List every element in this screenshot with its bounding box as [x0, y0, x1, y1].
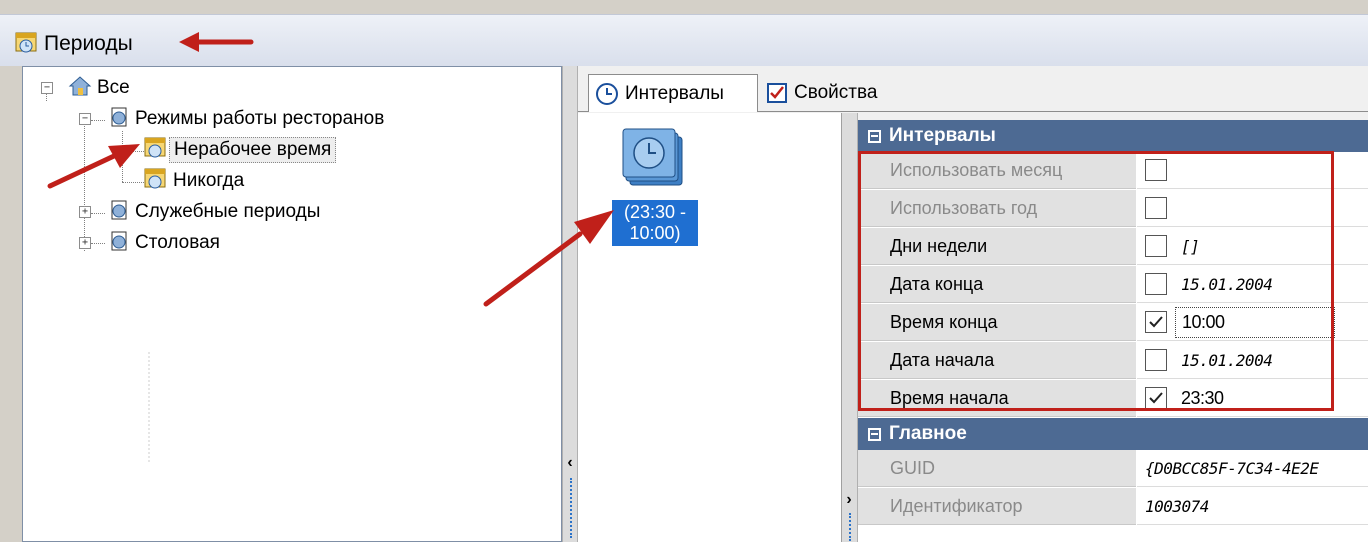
tree-expand-toggle[interactable]: +: [79, 237, 91, 249]
tree-node-label: Никогда: [173, 170, 245, 191]
clock-tile-icon: [622, 128, 683, 186]
prop-name: Время начала: [858, 380, 1136, 417]
collapse-icon[interactable]: [868, 129, 881, 143]
expand-right-icon[interactable]: ›: [844, 491, 854, 509]
tab-properties[interactable]: Свойства: [762, 74, 877, 112]
tree-collapse-toggle-root[interactable]: −: [41, 82, 53, 94]
prop-value-text: 1003074: [1145, 496, 1209, 516]
annotation-arrow-tree: [47, 144, 140, 189]
tree-node-all[interactable]: Все: [67, 73, 134, 103]
tab-label: Свойства: [794, 82, 878, 103]
folder-clock-icon: [107, 198, 131, 227]
prop-name: Использовать год: [858, 190, 1136, 227]
prop-value-text: {D0BCC85F-7C34-4E2E: [1145, 458, 1319, 478]
prop-value[interactable]: []: [1137, 228, 1368, 265]
collapse-left-icon[interactable]: ‹: [565, 454, 575, 472]
prop-row-use-year: Использовать год: [858, 190, 1368, 228]
prop-name: Дата конца: [858, 266, 1136, 303]
interval-line1: (23:30 -: [623, 202, 687, 222]
prop-value[interactable]: [1137, 152, 1368, 189]
prop-value-text: 23:30: [1181, 387, 1224, 408]
checkbox-checked[interactable]: [1145, 387, 1167, 409]
checkbox[interactable]: [1145, 235, 1167, 257]
prop-value-text: []: [1181, 236, 1200, 256]
prop-value-text: 15.01.2004: [1181, 274, 1273, 294]
tree-collapse-toggle[interactable]: −: [79, 113, 91, 125]
checkmark-icon: [1149, 392, 1163, 404]
prop-value-text: 15.01.2004: [1181, 350, 1273, 370]
tree-node-label: Нерабочее время: [169, 137, 337, 163]
property-grid: Интервалы Использовать месяц Использоват…: [858, 120, 1368, 542]
checkbox[interactable]: [1145, 349, 1167, 371]
tree-node-label: Режимы работы ресторанов: [135, 108, 385, 129]
calendar-clock-icon: [143, 167, 169, 196]
prop-row-end-date: Дата конца 15.01.2004: [858, 266, 1368, 304]
prop-row-identifier: Идентификатор 1003074: [858, 488, 1368, 526]
prop-row-start-date: Дата начала 15.01.2004: [858, 342, 1368, 380]
interval-item-label: (23:30 - 10:00): [612, 200, 698, 246]
interval-item[interactable]: (23:30 - 10:00): [612, 127, 702, 246]
tree-expand-toggle[interactable]: +: [79, 206, 91, 218]
prop-value[interactable]: 1003074: [1137, 488, 1368, 525]
tree-node-service-periods[interactable]: Служебные периоды: [107, 197, 324, 227]
tab-intervals[interactable]: Интервалы: [588, 74, 758, 112]
prop-name: Идентификатор: [858, 488, 1136, 525]
folder-clock-icon: [107, 229, 131, 258]
checkbox[interactable]: [1145, 273, 1167, 295]
prop-value[interactable]: 10:00: [1137, 304, 1368, 341]
category-title: Главное: [889, 423, 967, 444]
prop-value[interactable]: 15.01.2004: [1137, 266, 1368, 303]
prop-value[interactable]: {D0BCC85F-7C34-4E2E: [1137, 450, 1368, 487]
tab-label: Интервалы: [625, 82, 724, 104]
tree-node-canteen[interactable]: Столовая: [107, 228, 224, 258]
annotation-arrow-interval: [483, 210, 614, 307]
interval-list[interactable]: (23:30 - 10:00): [578, 113, 842, 542]
calendar-clock-icon: [14, 31, 40, 55]
list-splitter[interactable]: ›: [842, 113, 858, 542]
properties-icon: [767, 83, 787, 103]
prop-row-guid: GUID {D0BCC85F-7C34-4E2E: [858, 450, 1368, 488]
tree-node-never[interactable]: Никогда: [143, 166, 248, 196]
prop-name: Время конца: [858, 304, 1136, 341]
prop-row-use-month: Использовать месяц: [858, 152, 1368, 190]
prop-row-start-time: Время начала 23:30: [858, 380, 1368, 418]
tree-node-label: Столовая: [135, 232, 220, 253]
tree-node-label: Служебные периоды: [135, 201, 321, 222]
collapse-icon[interactable]: [868, 427, 881, 441]
prop-row-end-time: Время конца 10:00: [858, 304, 1368, 342]
prop-name: Использовать месяц: [858, 152, 1136, 189]
calendar-clock-icon: [143, 136, 169, 165]
tree-node-non-working-time[interactable]: Нерабочее время: [143, 135, 337, 165]
folder-clock-icon: [107, 105, 131, 134]
checkbox-checked[interactable]: [1145, 311, 1167, 333]
prop-value[interactable]: 23:30: [1137, 380, 1368, 417]
tree-node-restaurant-modes[interactable]: Режимы работы ресторанов: [107, 104, 388, 134]
checkbox[interactable]: [1145, 197, 1167, 219]
interval-line2: 10:00): [629, 223, 681, 243]
prop-value[interactable]: [1137, 190, 1368, 227]
checkbox[interactable]: [1145, 159, 1167, 181]
category-intervals[interactable]: Интервалы: [858, 120, 1368, 152]
prop-row-weekdays: Дни недели []: [858, 228, 1368, 266]
house-icon: [67, 74, 93, 103]
prop-name: Дата начала: [858, 342, 1136, 379]
tree-node-label: Все: [97, 77, 130, 98]
clock-icon: [596, 82, 618, 105]
prop-name: GUID: [858, 450, 1136, 487]
prop-value-editor[interactable]: 10:00: [1175, 306, 1335, 338]
category-title: Интервалы: [889, 125, 996, 146]
tab-bar: Интервалы Свойства: [578, 66, 1368, 112]
prop-name: Дни недели: [858, 228, 1136, 265]
prop-value[interactable]: 15.01.2004: [1137, 342, 1368, 379]
period-details: Интервалы Свойства (23:30 - 10:00) › Инт…: [578, 66, 1368, 542]
annotation-arrow-title: [179, 32, 254, 52]
category-main[interactable]: Главное: [858, 418, 1368, 450]
checkmark-icon: [1149, 316, 1163, 328]
window-title: Периоды: [44, 32, 133, 55]
